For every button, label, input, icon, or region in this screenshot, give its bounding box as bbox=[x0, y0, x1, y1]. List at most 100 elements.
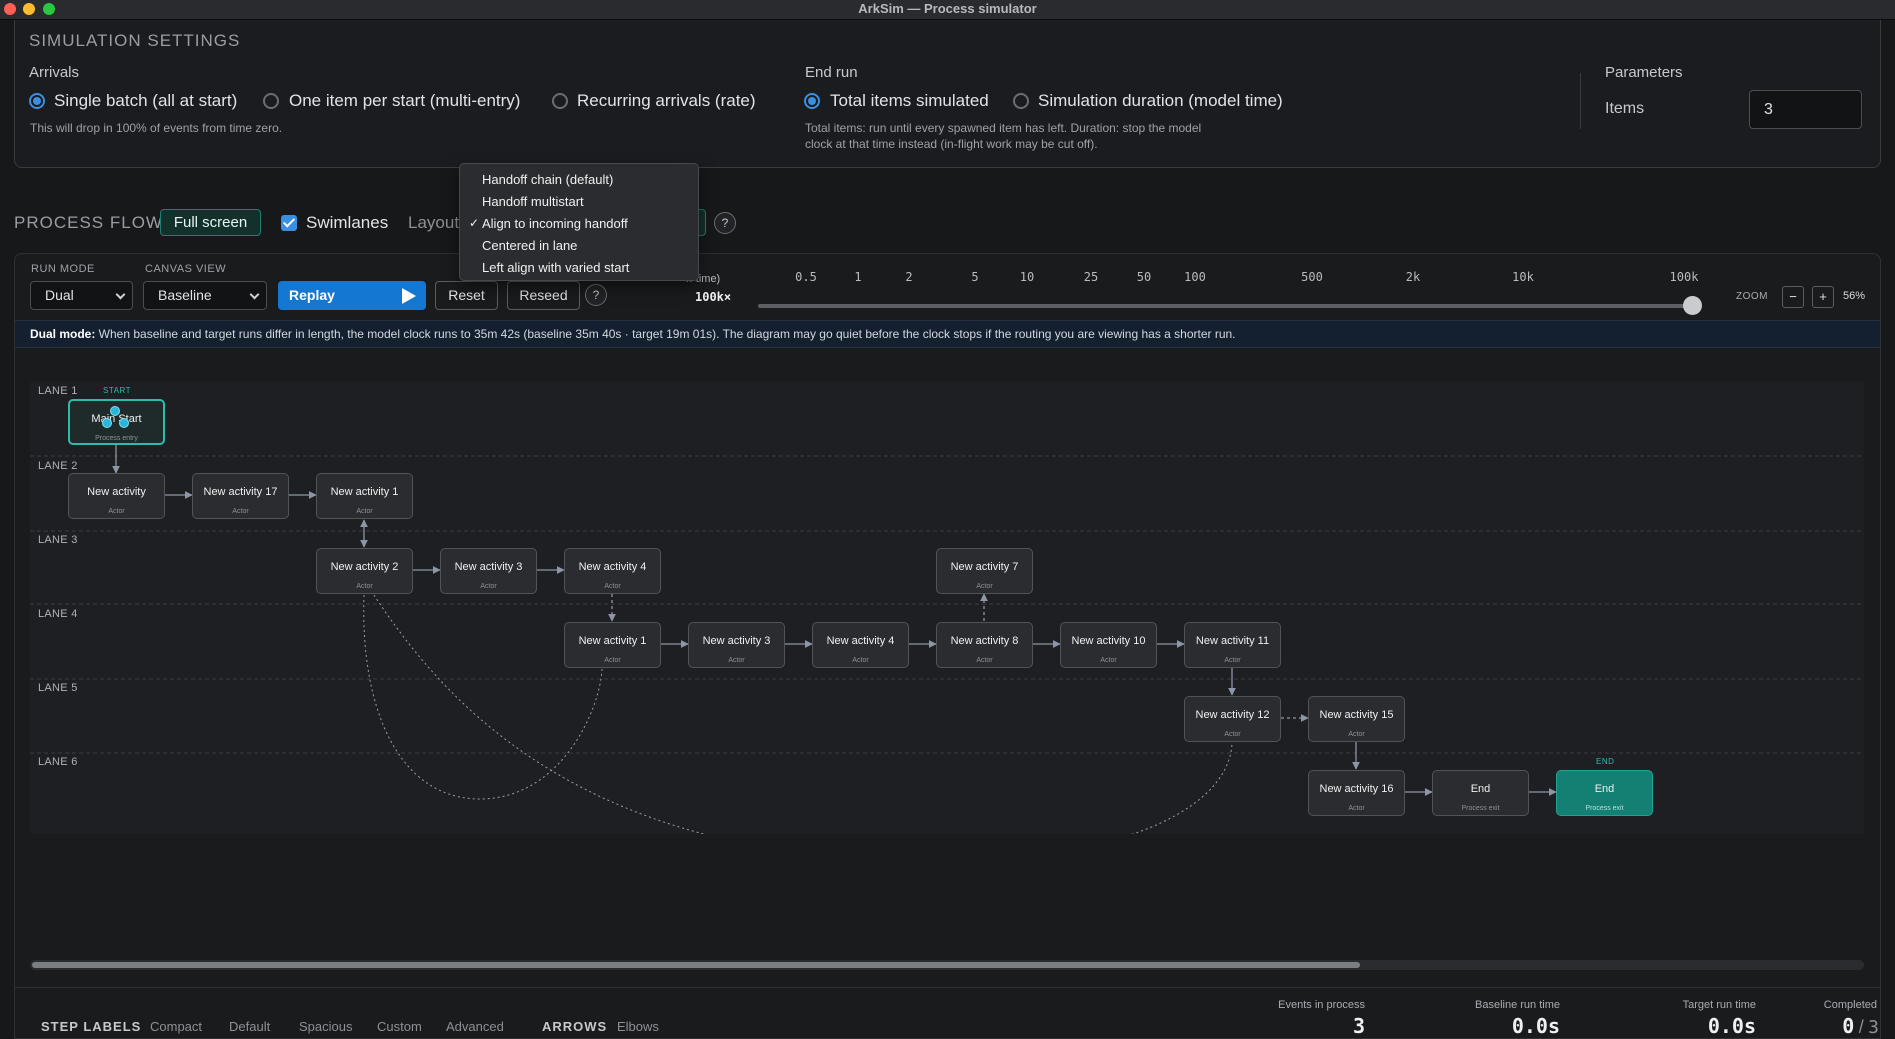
completed-value-group: 0 / 3 bbox=[1797, 1014, 1879, 1038]
layout-menu-item[interactable]: Left align with varied start bbox=[482, 260, 629, 275]
end-run-radio-total-items[interactable] bbox=[804, 93, 820, 109]
zoom-value: 56% bbox=[1843, 290, 1866, 302]
node-subtitle: Actor bbox=[604, 583, 621, 590]
node-title: New activity 17 bbox=[203, 486, 278, 498]
node-subtitle: Actor bbox=[852, 657, 869, 664]
run-mode-value: Dual bbox=[45, 287, 74, 303]
target-runtime-value: 0.0s bbox=[1707, 1014, 1756, 1038]
chevron-down-icon bbox=[249, 289, 260, 300]
process-flow-title: PROCESS FLOW bbox=[14, 213, 163, 232]
speed-value: 100k× bbox=[695, 290, 732, 304]
node-activity[interactable]: New activity 11 Actor bbox=[1184, 622, 1281, 668]
end-run-radio-duration[interactable] bbox=[1013, 93, 1029, 109]
arrivals-radio-multi-entry[interactable] bbox=[263, 93, 279, 109]
zoom-out-button[interactable]: − bbox=[1782, 286, 1804, 308]
node-activity[interactable]: New activity 12 Actor bbox=[1184, 696, 1281, 742]
node-activity[interactable]: New activity 3 Actor bbox=[440, 548, 537, 594]
end-run-label: End run bbox=[805, 64, 858, 81]
node-activity[interactable]: New activity 1 Actor bbox=[316, 473, 413, 519]
node-activity[interactable]: New activity 2 Actor bbox=[316, 548, 413, 594]
node-end-final[interactable]: End Process exit bbox=[1556, 770, 1653, 816]
arrow-option[interactable]: Elbows bbox=[617, 1019, 659, 1034]
layout-menu-item-selected[interactable]: Align to incoming handoff bbox=[482, 216, 628, 231]
canvas-horizontal-scrollbar[interactable] bbox=[30, 960, 1864, 970]
node-activity[interactable]: New activity 8 Actor bbox=[936, 622, 1033, 668]
zoom-in-button[interactable]: + bbox=[1812, 286, 1834, 308]
node-subtitle: Process exit bbox=[1461, 805, 1500, 812]
replay-label: Replay bbox=[289, 287, 335, 303]
items-label: Items bbox=[1605, 100, 1645, 117]
run-help-button[interactable]: ? bbox=[585, 284, 607, 306]
process-canvas[interactable]: LANE 1 LANE 2 LANE 3 LANE 4 LANE 5 LANE … bbox=[30, 381, 1864, 834]
node-subtitle: Actor bbox=[356, 508, 373, 515]
full-screen-button[interactable]: Full screen bbox=[160, 209, 261, 236]
arrivals-label: Arrivals bbox=[29, 64, 80, 81]
title-bar: ArkSim — Process simulator bbox=[0, 0, 1895, 20]
node-activity[interactable]: New activity 17 Actor bbox=[192, 473, 289, 519]
completed-total: 3 bbox=[1868, 1017, 1879, 1038]
layout-menu-item[interactable]: Centered in lane bbox=[482, 238, 577, 253]
arrivals-option-label[interactable]: One item per start (multi-entry) bbox=[289, 91, 520, 111]
node-title: New activity 11 bbox=[1195, 635, 1270, 647]
node-subtitle: Actor bbox=[976, 657, 993, 664]
banner-bold: Dual mode: bbox=[30, 327, 96, 341]
node-activity[interactable]: New activity 16 Actor bbox=[1308, 770, 1405, 816]
canvas-view-select[interactable]: Baseline bbox=[143, 281, 267, 310]
scrollbar-thumb[interactable] bbox=[32, 962, 1360, 968]
layout-menu-item[interactable]: Handoff multistart bbox=[482, 194, 584, 209]
step-label-option[interactable]: Default bbox=[229, 1019, 270, 1034]
layout-menu-item[interactable]: Handoff chain (default) bbox=[482, 172, 613, 187]
node-activity[interactable]: New activity 15 Actor bbox=[1308, 696, 1405, 742]
node-activity[interactable]: New activity Actor bbox=[68, 473, 165, 519]
layout-help-button[interactable]: ? bbox=[714, 212, 736, 234]
node-activity[interactable]: New activity 1 Actor bbox=[564, 622, 661, 668]
end-run-option-label[interactable]: Simulation duration (model time) bbox=[1038, 91, 1283, 111]
arrivals-hint: This will drop in 100% of events from ti… bbox=[30, 121, 283, 135]
parameters-label: Parameters bbox=[1605, 64, 1683, 81]
swimlanes-checkbox[interactable] bbox=[281, 215, 297, 231]
node-title: New activity 4 bbox=[578, 561, 647, 573]
node-activity[interactable]: New activity 4 Actor bbox=[812, 622, 909, 668]
swimlanes-label[interactable]: Swimlanes bbox=[306, 213, 388, 233]
chevron-down-icon bbox=[115, 289, 126, 300]
replay-button[interactable]: Replay bbox=[278, 281, 426, 310]
reseed-button[interactable]: Reseed bbox=[507, 281, 580, 310]
completed-value: 0 bbox=[1842, 1014, 1855, 1038]
dual-mode-banner: Dual mode: When baseline and target runs… bbox=[15, 320, 1880, 348]
speed-slider-track[interactable] bbox=[758, 304, 1693, 308]
step-label-option[interactable]: Spacious bbox=[299, 1019, 352, 1034]
end-tag: END bbox=[1596, 757, 1615, 766]
node-subtitle: Process entry bbox=[95, 435, 138, 442]
node-subtitle: Actor bbox=[728, 657, 745, 664]
node-activity[interactable]: New activity 4 Actor bbox=[564, 548, 661, 594]
step-label-option[interactable]: Advanced bbox=[446, 1019, 504, 1034]
arrivals-option-label[interactable]: Recurring arrivals (rate) bbox=[577, 91, 756, 111]
arrivals-option-label[interactable]: Single batch (all at start) bbox=[54, 91, 237, 111]
node-subtitle: Actor bbox=[1348, 805, 1365, 812]
arrivals-radio-single-batch[interactable] bbox=[29, 93, 45, 109]
node-activity[interactable]: New activity 7 Actor bbox=[936, 548, 1033, 594]
speed-tick-label: 100 bbox=[1184, 270, 1206, 284]
end-run-option-label[interactable]: Total items simulated bbox=[830, 91, 989, 111]
step-label-option[interactable]: Compact bbox=[150, 1019, 202, 1034]
arrivals-radio-recurring[interactable] bbox=[552, 93, 568, 109]
speed-slider-thumb[interactable] bbox=[1683, 296, 1702, 315]
node-title: New activity 1 bbox=[578, 635, 647, 647]
node-end[interactable]: End Process exit bbox=[1432, 770, 1529, 816]
node-subtitle: Actor bbox=[976, 583, 993, 590]
node-title: End bbox=[1470, 783, 1491, 795]
node-activity[interactable]: New activity 3 Actor bbox=[688, 622, 785, 668]
layout-dropdown-menu: Handoff chain (default) Handoff multista… bbox=[459, 163, 699, 281]
items-input[interactable] bbox=[1749, 90, 1862, 129]
run-mode-select[interactable]: Dual bbox=[30, 281, 133, 310]
node-subtitle: Actor bbox=[356, 583, 373, 590]
lane-label: LANE 6 bbox=[38, 756, 78, 768]
speed-tick-label: 5 bbox=[971, 270, 979, 284]
run-mode-label: RUN MODE bbox=[31, 263, 95, 275]
canvas-lines bbox=[30, 439, 1864, 834]
node-activity[interactable]: New activity 10 Actor bbox=[1060, 622, 1157, 668]
step-label-option[interactable]: Custom bbox=[377, 1019, 422, 1034]
start-tag: START bbox=[103, 386, 131, 395]
reset-button[interactable]: Reset bbox=[435, 281, 498, 310]
lane-label: LANE 4 bbox=[38, 608, 78, 620]
